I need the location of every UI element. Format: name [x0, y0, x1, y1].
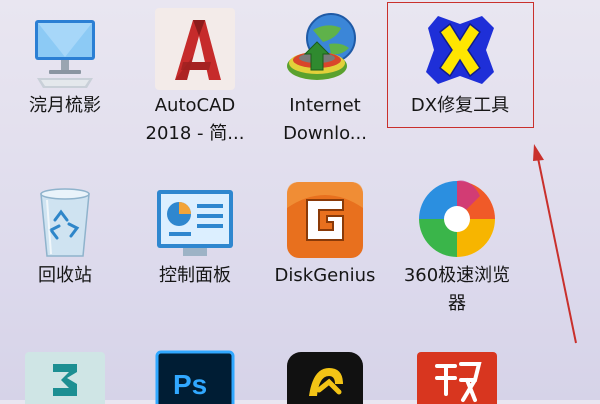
pointer-arrow-icon	[533, 144, 577, 344]
desktop: 浣月梳影 AutoCAD 2018 - 简... Internet Downlo…	[0, 0, 600, 404]
